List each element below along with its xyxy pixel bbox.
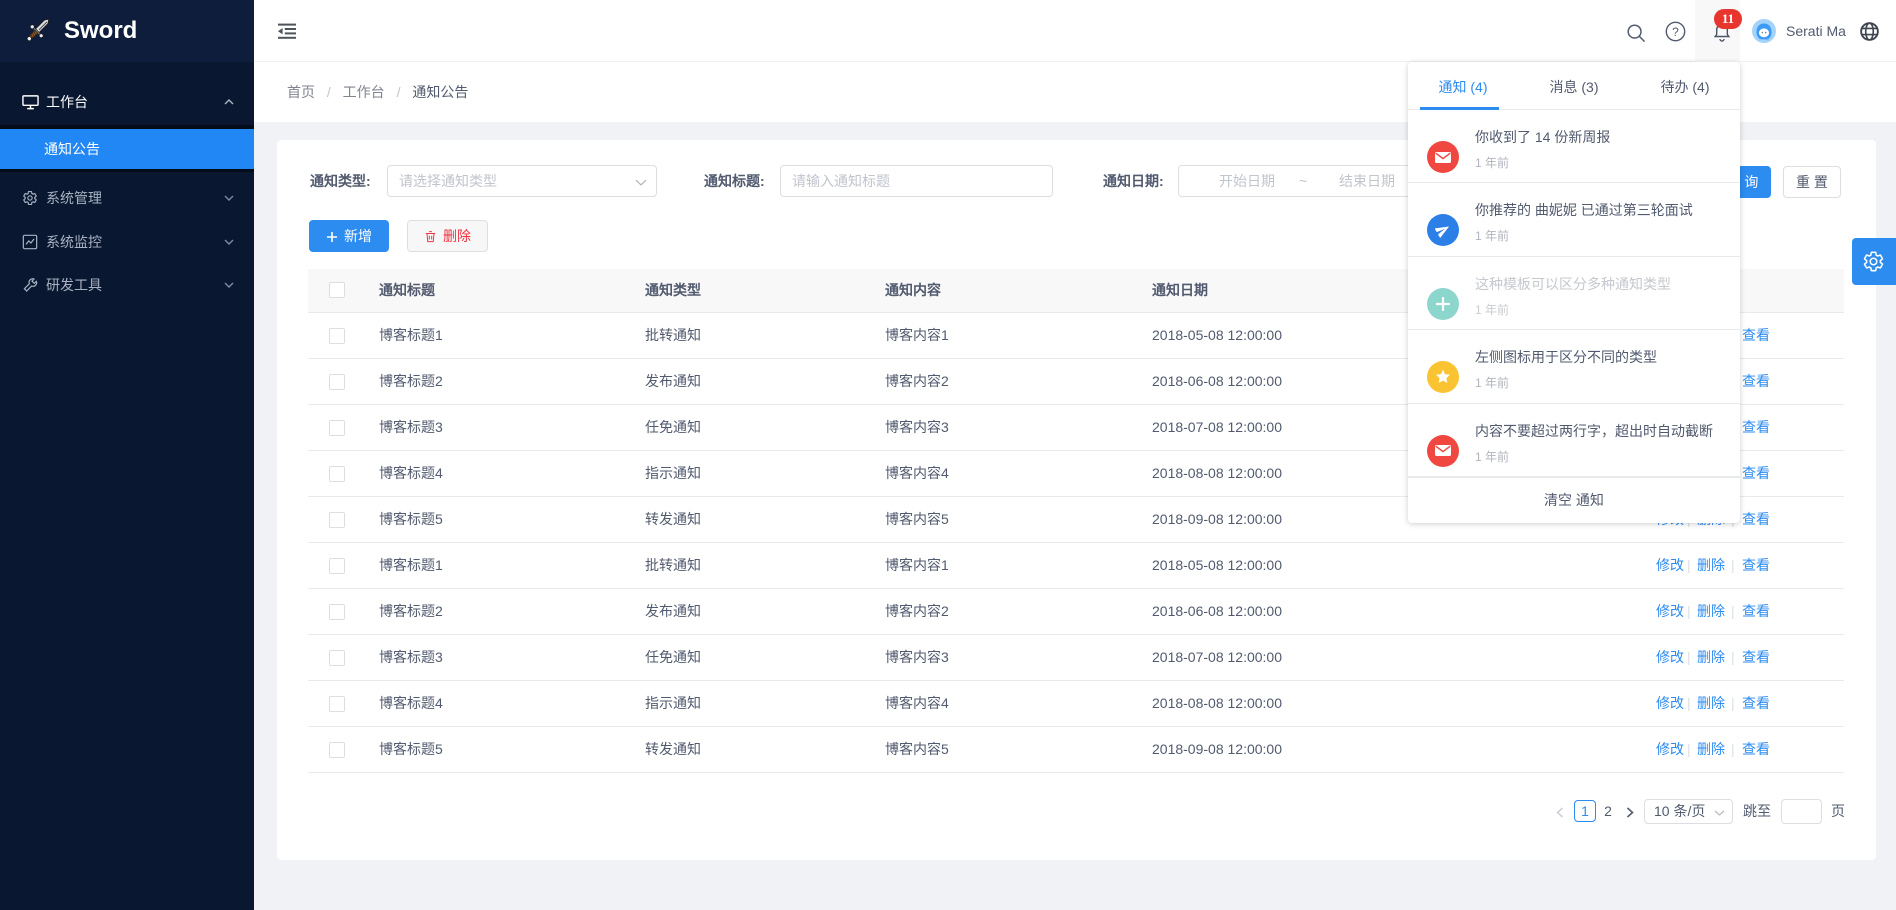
svg-text:?: ? [1672,25,1679,39]
